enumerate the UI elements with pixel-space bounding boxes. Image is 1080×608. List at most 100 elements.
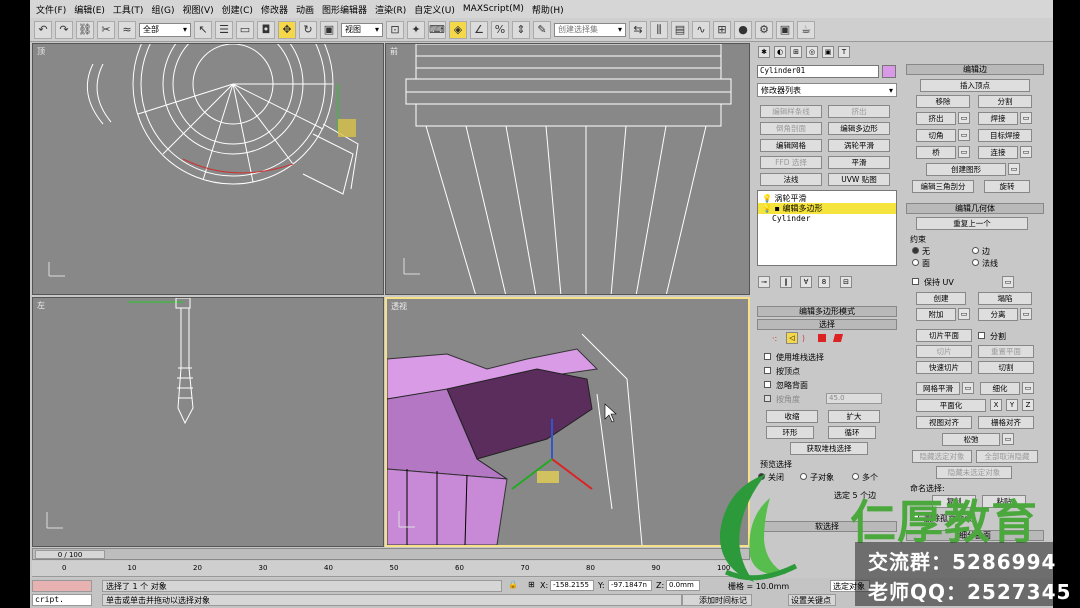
lock-icon[interactable]: 🔒: [508, 580, 518, 589]
slice-button[interactable]: 切片: [916, 345, 972, 358]
chamfer-button[interactable]: 切角: [916, 129, 956, 142]
pin-stack-icon[interactable]: ⊸: [758, 276, 770, 288]
keyboard-shortcut-icon[interactable]: ⌨: [428, 20, 446, 39]
display-tab-icon[interactable]: ▣: [822, 46, 834, 58]
bevel-profile-button[interactable]: 倒角剖面: [760, 122, 822, 135]
preview-multi-radio[interactable]: [852, 473, 859, 480]
tessellate-button[interactable]: 细化: [980, 382, 1020, 395]
by-vertex-checkbox[interactable]: [764, 367, 771, 374]
stack-item-cylinder[interactable]: Cylinder: [772, 214, 811, 223]
view-align-button[interactable]: 视图对齐: [916, 416, 972, 429]
weld-button[interactable]: 焊接: [978, 112, 1018, 125]
redo-icon[interactable]: ↷: [55, 20, 73, 39]
scale-icon[interactable]: ▣: [320, 20, 338, 39]
viewport-label[interactable]: 左: [37, 300, 45, 311]
polygon-mode-icon[interactable]: [818, 334, 826, 342]
create-shape-settings-icon[interactable]: ▭: [1008, 163, 1020, 175]
unlink-icon[interactable]: ✂: [97, 20, 115, 39]
selection-rollout[interactable]: 选择: [757, 319, 897, 330]
rotate-icon[interactable]: ↻: [299, 20, 317, 39]
edit-poly-mode-rollout[interactable]: 编辑多边形模式: [757, 306, 897, 317]
render-frame-icon[interactable]: ▣: [776, 20, 794, 39]
loop-button[interactable]: 循环: [828, 426, 876, 439]
edit-poly-button[interactable]: 编辑多边形: [828, 122, 890, 135]
grow-button[interactable]: 扩大: [828, 410, 880, 423]
bind-icon[interactable]: ≈: [118, 20, 136, 39]
reference-coord-dropdown[interactable]: 视图 ▾: [341, 22, 383, 37]
planarize-x-button[interactable]: X: [990, 399, 1002, 411]
detach-settings-icon[interactable]: ▭: [1020, 308, 1032, 320]
turn-button[interactable]: 旋转: [984, 180, 1030, 193]
menu-item-6[interactable]: 修改器: [261, 3, 288, 16]
edit-spline-button[interactable]: 编辑样条线: [760, 105, 822, 118]
chamfer-settings-icon[interactable]: ▭: [958, 129, 970, 141]
quickslice-button[interactable]: 快速切片: [916, 361, 972, 374]
planarize-button[interactable]: 平面化: [916, 399, 986, 412]
schematic-icon[interactable]: ⊞: [713, 20, 731, 39]
split-button[interactable]: 分割: [978, 95, 1032, 108]
create-tab-icon[interactable]: ✱: [758, 46, 770, 58]
by-angle-checkbox[interactable]: [764, 395, 771, 402]
connect-button[interactable]: 连接: [978, 146, 1018, 159]
selection-filter-dropdown[interactable]: 全部 ▾: [139, 22, 191, 37]
meshsmooth-settings-icon[interactable]: ▭: [962, 382, 974, 394]
time-slider[interactable]: 0 / 100: [32, 548, 750, 560]
modify-tab-icon[interactable]: ◐: [774, 46, 786, 58]
remove-button[interactable]: 移除: [916, 95, 970, 108]
select-manipulate-icon[interactable]: ✦: [407, 20, 425, 39]
pivot-icon[interactable]: ⊡: [386, 20, 404, 39]
menu-item-4[interactable]: 视图(V): [182, 3, 213, 16]
remove-modifier-icon[interactable]: 8: [818, 276, 830, 288]
set-key-button[interactable]: 设置关键点: [788, 594, 836, 606]
modifier-list-dropdown[interactable]: 修改器列表 ▾: [757, 83, 897, 97]
viewport-perspective[interactable]: 透视: [385, 297, 750, 547]
meshsmooth-button[interactable]: 网格平滑: [916, 382, 960, 395]
angle-field[interactable]: 45.0: [826, 393, 882, 404]
absolute-mode-icon[interactable]: ⊞: [528, 580, 535, 589]
ignore-backface-checkbox[interactable]: [764, 381, 771, 388]
spinner-snap-icon[interactable]: ⇕: [512, 20, 530, 39]
relax-button[interactable]: 松弛: [942, 433, 1000, 446]
show-end-result-icon[interactable]: ‖: [780, 276, 792, 288]
edit-edges-rollout[interactable]: 编辑边: [906, 64, 1044, 75]
viewport-label[interactable]: 透视: [391, 301, 407, 312]
extrude-button[interactable]: 挤出: [916, 112, 956, 125]
time-slider-thumb[interactable]: 0 / 100: [35, 550, 105, 559]
add-time-tag-button[interactable]: 添加时间标记: [682, 594, 752, 606]
insert-vertex-button[interactable]: 插入顶点: [920, 79, 1030, 92]
planarize-y-button[interactable]: Y: [1006, 399, 1018, 411]
create-shape-button[interactable]: 创建图形: [926, 163, 1006, 176]
render-icon[interactable]: ☕: [797, 20, 815, 39]
undo-icon[interactable]: ↶: [34, 20, 52, 39]
preserve-uv-settings-icon[interactable]: ▭: [1002, 276, 1014, 288]
turbosmooth-button[interactable]: 涡轮平滑: [828, 139, 890, 152]
configure-sets-icon[interactable]: ⊟: [840, 276, 852, 288]
slice-plane-button[interactable]: 切片平面: [916, 329, 972, 342]
menu-item-2[interactable]: 工具(T): [113, 3, 144, 16]
y-coord-field[interactable]: -97.1847n: [608, 580, 652, 591]
repeat-last-button[interactable]: 重复上一个: [916, 217, 1028, 230]
cut-button[interactable]: 切割: [978, 361, 1034, 374]
link-icon[interactable]: ⛓: [76, 20, 94, 39]
mirror-icon[interactable]: ⇆: [629, 20, 647, 39]
smooth-button[interactable]: 平滑: [828, 156, 890, 169]
relax-settings-icon[interactable]: ▭: [1002, 433, 1014, 445]
attach-button[interactable]: 附加: [916, 308, 956, 321]
layer-icon[interactable]: ▤: [671, 20, 689, 39]
split-checkbox[interactable]: [978, 332, 985, 339]
create-button[interactable]: 创建: [916, 292, 966, 305]
material-editor-icon[interactable]: ●: [734, 20, 752, 39]
menu-item-5[interactable]: 创建(C): [222, 3, 253, 16]
menu-item-9[interactable]: 渲染(R): [375, 3, 406, 16]
ffd-select-button[interactable]: FFD 选择: [760, 156, 822, 169]
viewport-left[interactable]: 左: [32, 297, 384, 547]
edge-mode-icon[interactable]: ◁: [786, 332, 798, 344]
constraint-none-radio[interactable]: [912, 247, 919, 254]
bridge-settings-icon[interactable]: ▭: [958, 146, 970, 158]
viewport-front[interactable]: 前: [385, 43, 750, 295]
viewport-label[interactable]: 前: [390, 46, 398, 57]
extrude-settings-icon[interactable]: ▭: [958, 112, 970, 124]
z-coord-field[interactable]: 0.0mm: [666, 580, 700, 591]
menu-item-3[interactable]: 组(G): [151, 3, 174, 16]
connect-settings-icon[interactable]: ▭: [1020, 146, 1032, 158]
